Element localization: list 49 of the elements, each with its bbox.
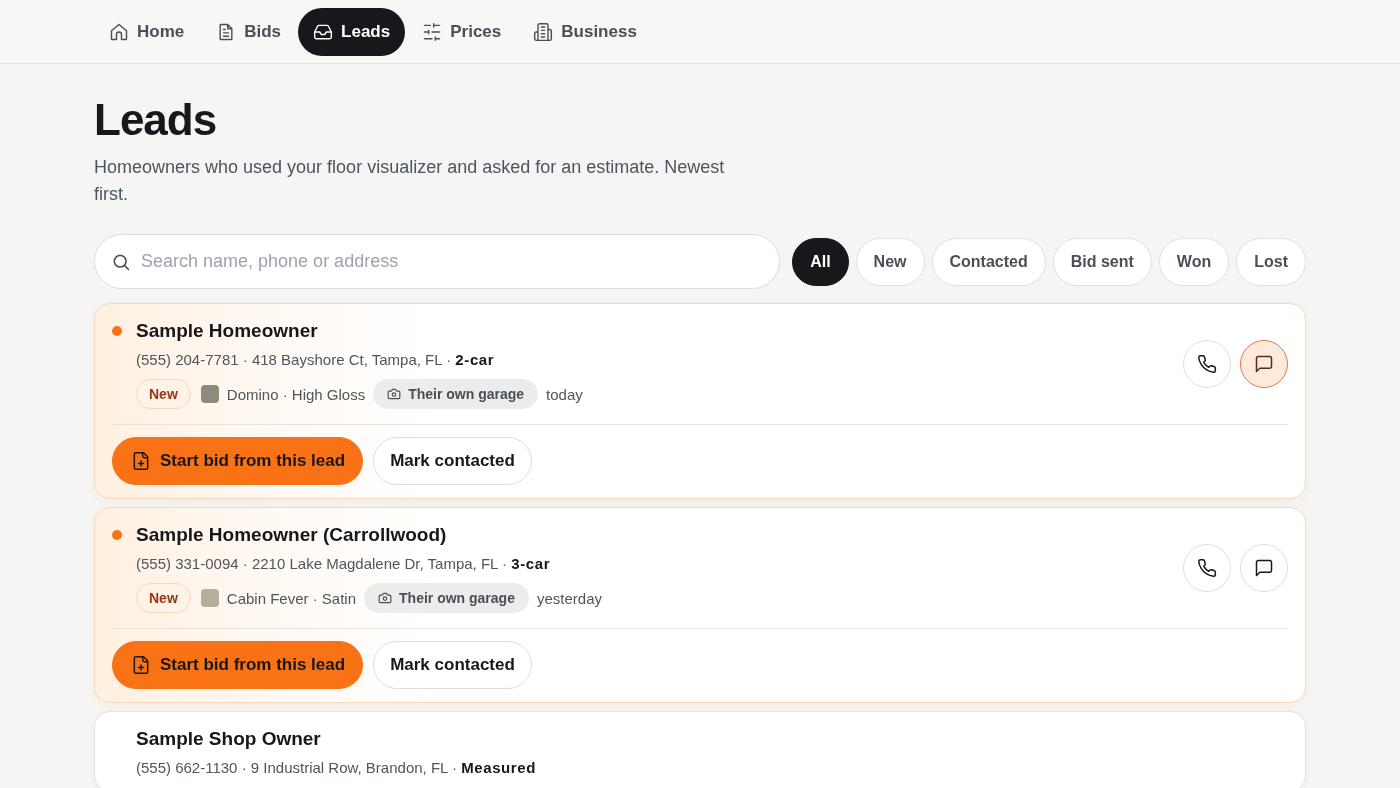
finish-label: Domino · High Gloss [226,385,366,403]
file-plus-icon [131,451,151,471]
page-subtitle: Homeowners who used your floor visualizer and asked for an estimate. Newest first. [94,156,726,206]
nav-tab[interactable]: Bids [201,7,297,56]
mark-contacted-button[interactable]: Mark contacted [373,437,532,485]
message-icon [1254,558,1274,578]
message-icon [1254,354,1274,374]
message-button[interactable] [1240,340,1288,388]
dot-icon [112,326,122,336]
photo-source-label: Their own garage [408,386,525,402]
search-field[interactable]: Search name, phone or address [94,234,781,289]
building-icon [533,21,554,42]
nav-tab[interactable]: Prices [407,7,517,56]
camera-icon [378,591,393,605]
filter-chip[interactable]: Bid sent [1052,237,1152,286]
phone-icon [1197,354,1217,374]
nav-tab[interactable]: Leads [298,7,406,56]
file-plus-icon [131,655,151,675]
phone-icon [1197,558,1217,578]
home-icon [109,21,129,42]
filter-chip[interactable]: Won [1158,237,1230,286]
status-label: New [136,583,191,613]
photo-source-label: Their own garage [399,590,515,606]
lead-name: Sample Homeowner (Carrollwood) [136,523,447,547]
filter-chip[interactable]: New [855,237,925,286]
dot-icon [112,530,122,540]
call-button[interactable] [1183,544,1231,592]
call-button[interactable] [1183,340,1231,388]
filter-chip[interactable]: Lost [1236,237,1306,286]
filter-chip[interactable]: All [792,237,849,286]
sliders-icon [422,21,443,42]
nav-tab[interactable]: Home [94,7,200,56]
lead-details: (555) 662-1130 · 9 Industrial Row, Brandon, FL · Measured [136,758,537,778]
page-title: Leads [94,94,218,146]
lead-details: (555) 331-0094 · 2210 Lake Magdalene Dr, Tampa, FL · 3-car [136,554,552,574]
start-bid-button[interactable]: Start bid from this lead [112,437,364,485]
lead-details: (555) 204-7781 · 418 Bayshore Ct, Tampa, FL · 2-car [136,350,496,370]
filter-chip[interactable]: Contacted [931,237,1046,286]
lead-time: yesterday [536,589,602,607]
camera-icon [387,387,402,401]
search-icon [111,252,131,272]
nav-tab[interactable]: Business [518,7,652,56]
start-bid-button[interactable]: Start bid from this lead [112,641,364,689]
lead-name: Sample Shop Owner [136,727,321,751]
lead-time: today [546,385,583,403]
lead-name: Sample Homeowner [136,319,318,343]
finish-label: Cabin Fever · Satin [226,589,357,607]
status-label: New [136,379,191,409]
mark-contacted-button[interactable]: Mark contacted [373,641,532,689]
